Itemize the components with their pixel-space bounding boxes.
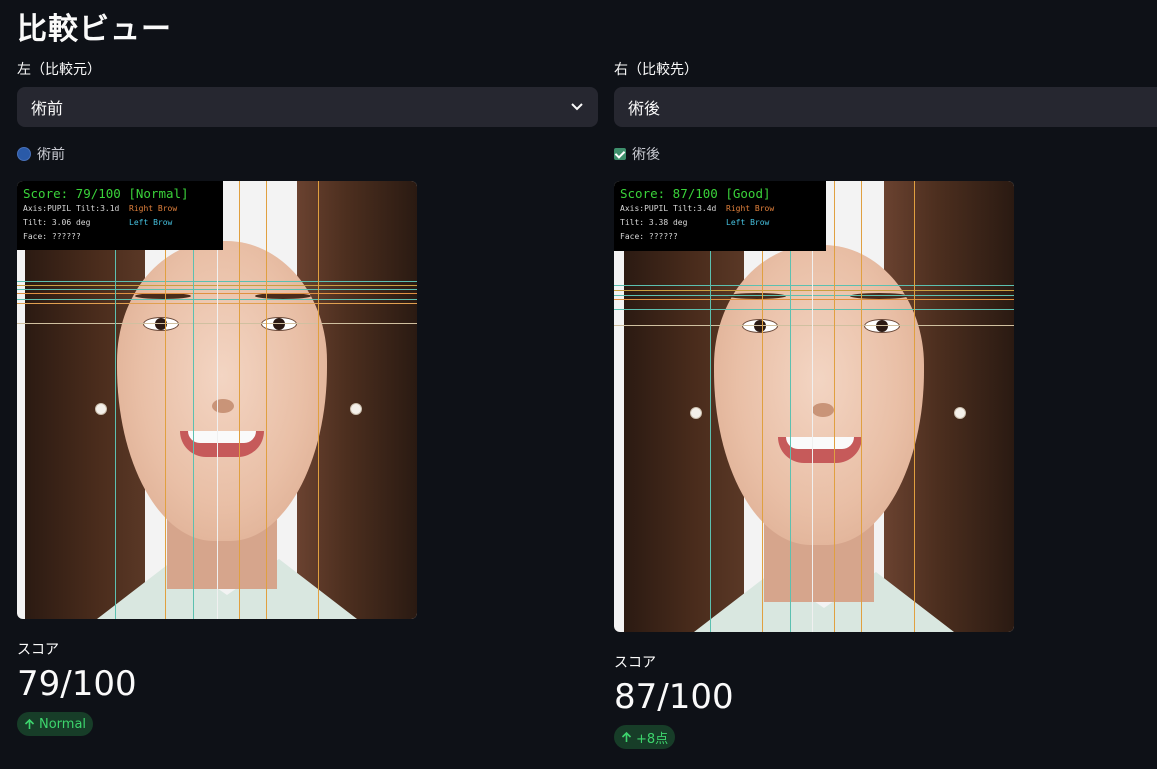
overlay-face: Face: ?????? xyxy=(620,232,678,241)
right-column: 右（比較先） 術後 術後 Score: 87/100 [Good] Axis:P… xyxy=(614,60,1157,749)
chevron-down-icon xyxy=(571,103,583,111)
right-metric-value: 87/100 xyxy=(614,677,734,717)
arrow-up-icon xyxy=(621,731,632,742)
overlay-score: Score: 79/100 [Normal] xyxy=(23,186,189,201)
overlay-left-brow: Left Brow xyxy=(129,218,173,227)
left-select[interactable]: 術前 xyxy=(17,87,598,127)
overlay-face: Face: ?????? xyxy=(23,232,81,241)
checkbox-icon xyxy=(614,148,626,160)
left-metric-delta: Normal xyxy=(17,712,94,736)
overlay-axis: Axis:PUPIL Tilt:3.4d xyxy=(620,204,717,213)
left-score-overlay: Score: 79/100 [Normal] Axis:PUPIL Tilt:3… xyxy=(17,181,223,250)
overlay-right-brow: Right Brow xyxy=(129,204,178,213)
left-legend-label: 術前 xyxy=(37,147,65,163)
right-delta-text: +8点 xyxy=(636,731,669,747)
left-column: 左（比較元） 術前 術前 Score: 79/100 [Normal] Axis… xyxy=(17,60,598,736)
overlay-left-brow: Left Brow xyxy=(726,218,770,227)
right-score-overlay: Score: 87/100 [Good] Axis:PUPIL Tilt:3.4… xyxy=(614,181,826,251)
right-select-value: 術後 xyxy=(628,99,661,118)
right-select-label: 右（比較先） xyxy=(614,62,698,78)
right-select[interactable]: 術後 xyxy=(614,87,1157,127)
overlay-tilt: Tilt: 3.06 deg xyxy=(23,218,91,227)
left-metric-value: 79/100 xyxy=(17,664,137,704)
left-select-label: 左（比較元） xyxy=(17,62,101,78)
overlay-axis: Axis:PUPIL Tilt:3.1d xyxy=(23,204,120,213)
left-metric-label: スコア xyxy=(17,642,59,658)
right-legend-label: 術後 xyxy=(632,147,660,163)
right-metric-label: スコア xyxy=(614,655,656,671)
left-delta-text: Normal xyxy=(39,716,87,732)
left-select-value: 術前 xyxy=(31,99,64,118)
overlay-tilt: Tilt: 3.38 deg xyxy=(620,218,688,227)
left-legend: 術前 xyxy=(17,144,598,164)
right-metric-delta: +8点 xyxy=(614,725,676,749)
overlay-right-brow: Right Brow xyxy=(726,204,775,213)
left-analysis-image: Score: 79/100 [Normal] Axis:PUPIL Tilt:3… xyxy=(17,181,417,619)
arrow-up-icon xyxy=(24,718,35,729)
radio-dot-icon xyxy=(17,147,31,161)
overlay-score: Score: 87/100 [Good] xyxy=(620,186,771,201)
right-legend: 術後 xyxy=(614,144,1157,164)
page-title: 比較ビュー xyxy=(17,12,172,47)
right-analysis-image: Score: 87/100 [Good] Axis:PUPIL Tilt:3.4… xyxy=(614,181,1014,632)
